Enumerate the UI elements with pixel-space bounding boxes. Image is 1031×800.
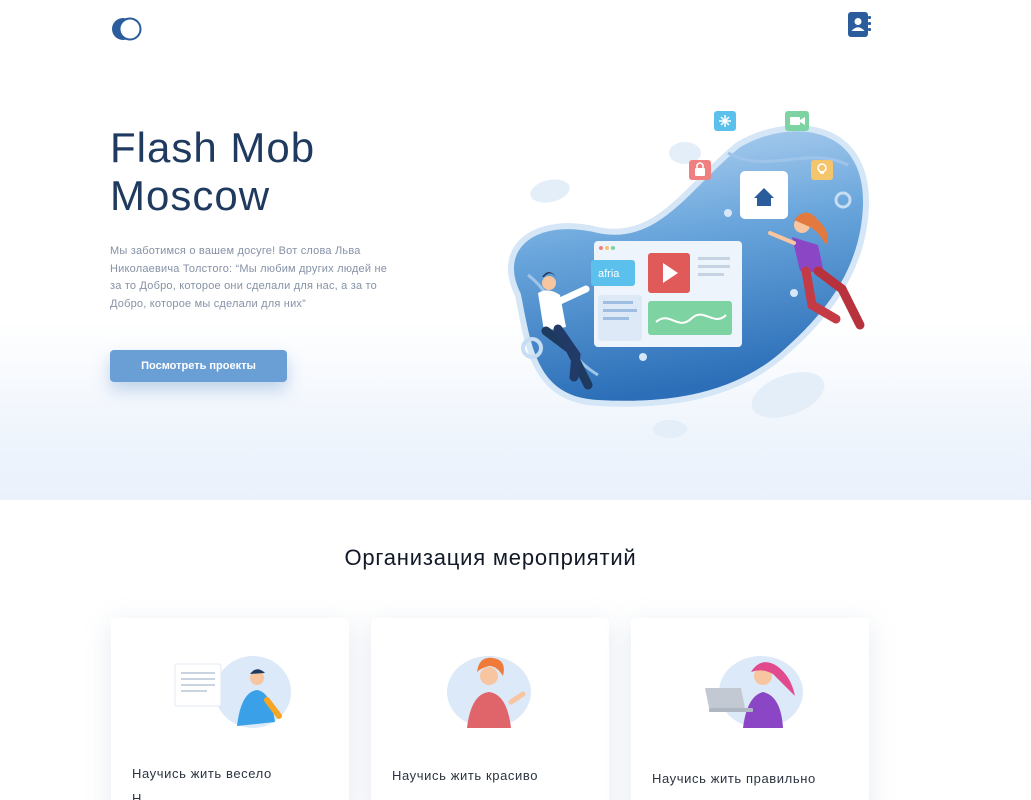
service-card-beautiful[interactable]: Научись жить красиво — [371, 618, 609, 800]
hero-illustration: afria — [488, 105, 878, 445]
person-with-laptop-illustration — [705, 656, 803, 728]
person-with-curly-hair-illustration — [447, 656, 531, 728]
card-title: Научись жить правильно — [652, 771, 816, 786]
toggle-circles-logo[interactable] — [110, 16, 142, 42]
card-title: Научись жить красиво — [392, 768, 539, 783]
service-card-fun[interactable]: Научись жить весело Н — [111, 618, 349, 800]
snowflake-icon — [714, 111, 736, 131]
hero-description: Мы заботимся о вашем досуге! Вот слова Л… — [110, 245, 388, 310]
screen-tag: afria — [598, 268, 620, 280]
person-with-document-illustration — [174, 656, 291, 728]
view-projects-button[interactable]: Посмотреть проекты — [110, 350, 287, 382]
service-card-right[interactable]: Научись жить правильно — [631, 618, 869, 800]
home-icon — [740, 171, 788, 219]
video-camera-icon — [785, 111, 809, 131]
lightbulb-icon — [811, 160, 833, 180]
lock-icon — [689, 160, 711, 180]
address-book-icon[interactable] — [846, 11, 872, 39]
page-title: Flash Mob Moscow — [110, 124, 450, 220]
card-title: Научись жить весело — [132, 766, 272, 781]
page-title-line-1: Flash Mob — [110, 124, 316, 171]
page-title-line-2: Moscow — [110, 172, 271, 219]
section-title: Организация мероприятий — [344, 545, 637, 570]
card-text: Н — [132, 791, 142, 800]
